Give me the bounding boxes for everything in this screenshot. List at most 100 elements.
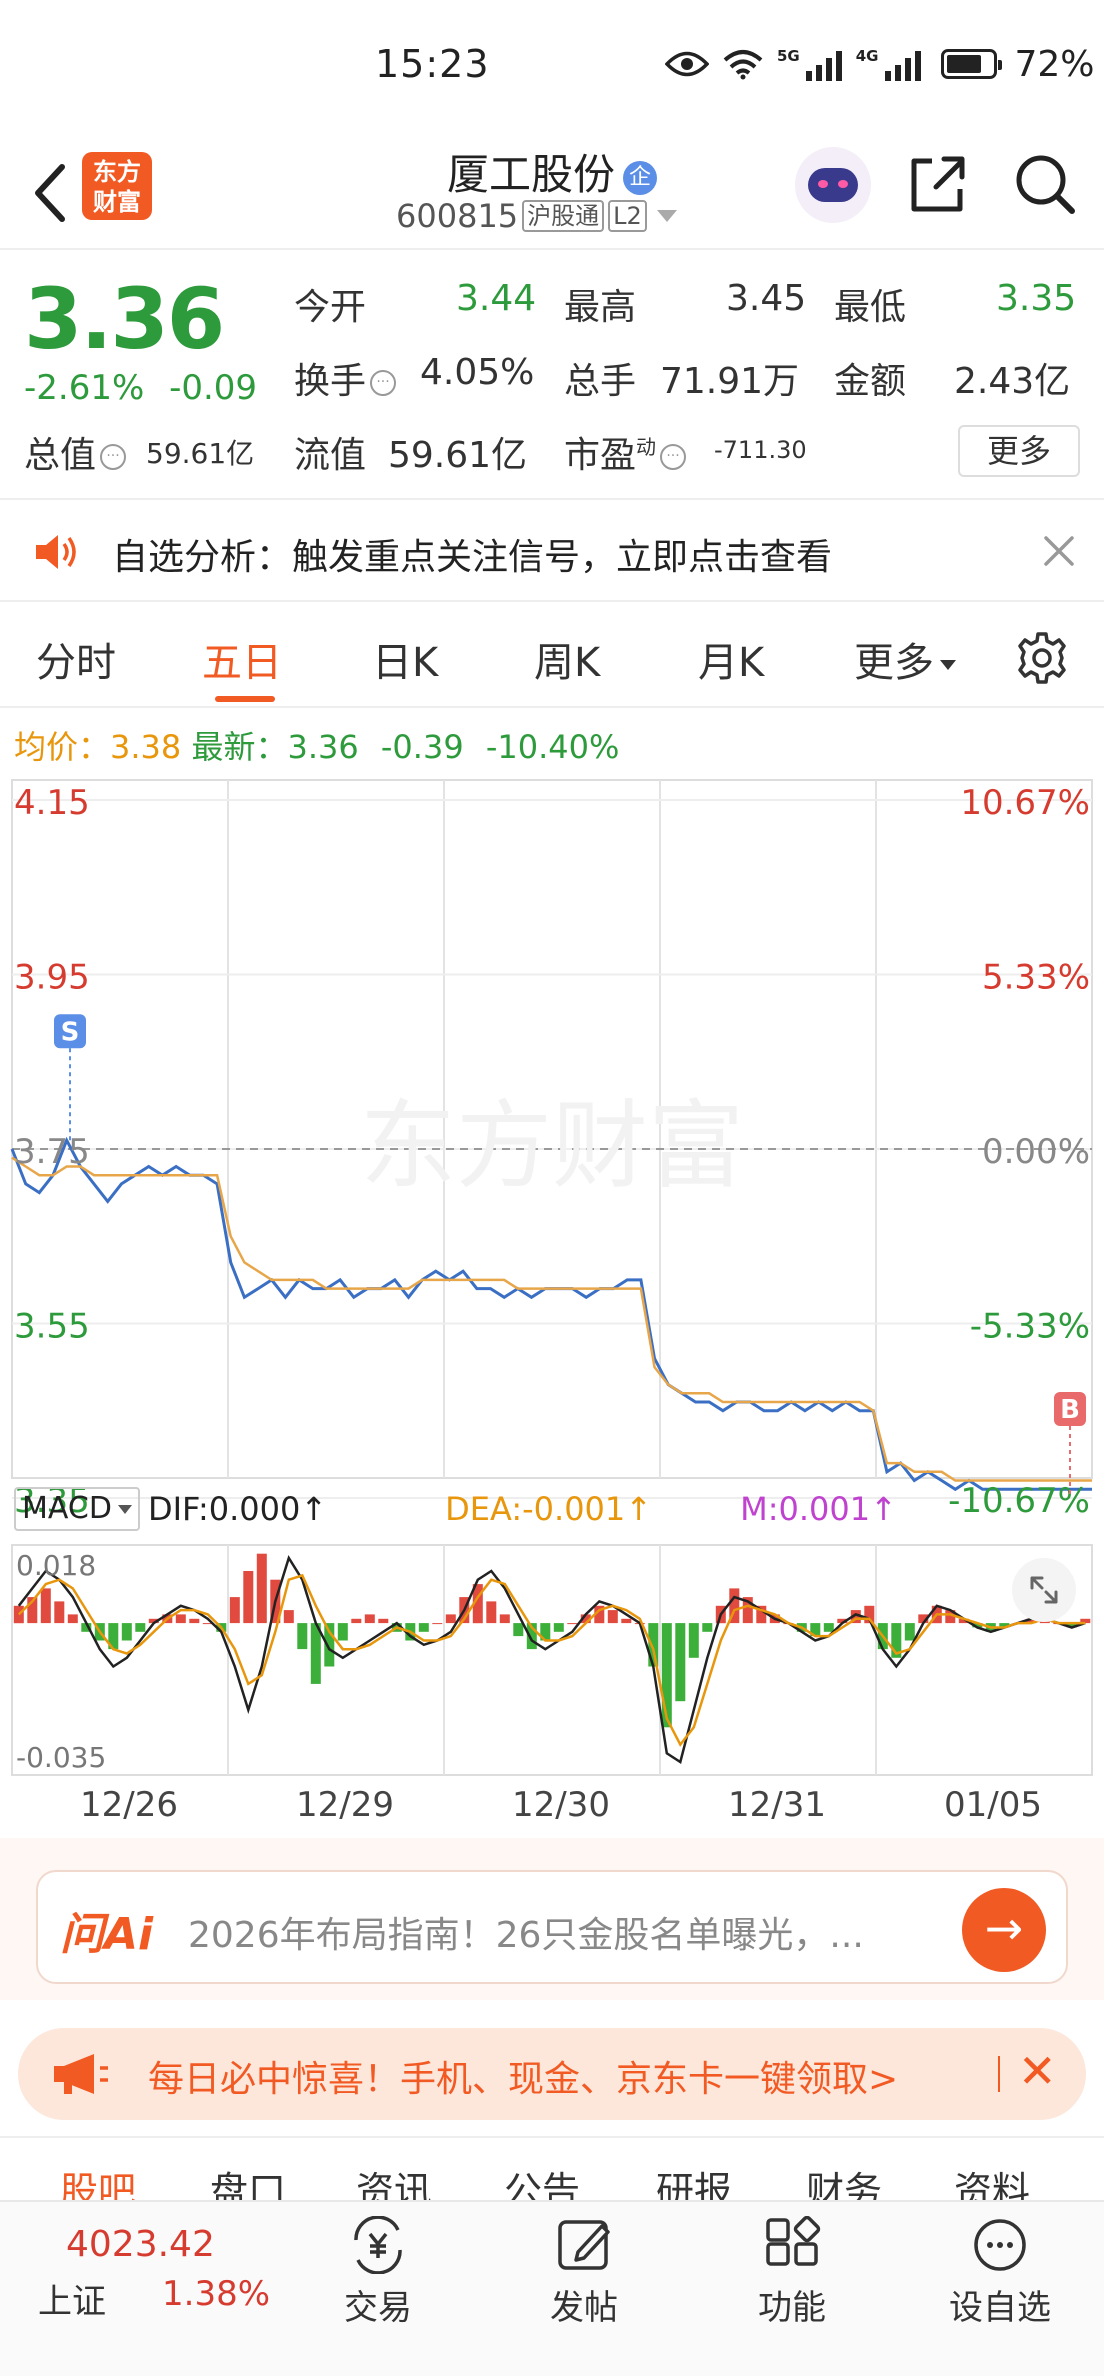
tab-research[interactable]: 研报 <box>656 2160 732 2200</box>
indicator-select[interactable]: MACD <box>14 1487 140 1531</box>
tab-more[interactable]: 更多 <box>854 630 956 688</box>
assistant-robot-icon[interactable] <box>795 147 871 223</box>
low-value: 3.35 <box>996 278 1077 319</box>
notice-text: 自选分析：触发重点关注信号，立即点击查看 <box>112 537 833 578</box>
promo-banner[interactable]: 每日必中惊喜！手机、现金、京东卡一键领取> ✕ <box>18 2028 1086 2120</box>
tab-notice[interactable]: 公告 <box>504 2160 580 2200</box>
post-button[interactable]: 发帖 <box>514 2216 654 2329</box>
turnover-label: 换手 ··· <box>294 352 400 404</box>
share-icon[interactable] <box>902 149 972 219</box>
macd-bar <box>675 1623 686 1702</box>
macd-bar <box>13 1605 24 1624</box>
dif-arrow: ↑ <box>300 1490 328 1528</box>
index-name: 上证 <box>38 2282 106 2322</box>
more-button[interactable]: 更多 <box>958 425 1080 477</box>
price-change: -2.61% -0.09 <box>24 368 257 408</box>
macd-bar <box>607 1610 618 1624</box>
status-time: 15:23 <box>375 42 490 86</box>
function-button[interactable]: 功能 <box>722 2216 862 2329</box>
macd-bar <box>337 1623 348 1641</box>
tab-five-day[interactable]: 五日 <box>202 630 282 688</box>
expand-icon[interactable] <box>1012 1558 1076 1622</box>
high-label: 最高 <box>564 287 637 328</box>
turnover-label-text: 换手 <box>294 361 367 402</box>
last-label: 最新： <box>191 728 288 766</box>
low-label: 最低 <box>834 287 907 328</box>
macd-bar <box>364 1614 375 1624</box>
chart-period-tabs: 分时 五日 日K 周K 月K 更多 <box>0 604 1104 708</box>
five-day-chart[interactable]: 东方财富4.153.953.753.553.3510.67%5.33%0.00%… <box>0 770 1104 1785</box>
macd-bar <box>823 1623 834 1632</box>
macd-tick-bottom: -0.035 <box>16 1741 106 1774</box>
y-tick-right: -5.33% <box>970 1307 1090 1347</box>
stock-code-row[interactable]: 600815 沪股通 L2 <box>396 197 677 235</box>
date-label: 01/05 <box>944 1785 1042 1825</box>
tab-weekly-k[interactable]: 周K <box>534 630 600 688</box>
tab-intraday[interactable]: 分时 <box>36 630 116 688</box>
search-icon[interactable] <box>1010 149 1080 219</box>
logo-line1: 东方 <box>93 158 141 186</box>
float-mv-label: 流值 <box>294 435 367 476</box>
eastmoney-logo[interactable]: 东方 财富 <box>82 152 152 220</box>
ask-ai-box[interactable]: 问Ai 2026年布局指南！26只金股名单曝光，... → <box>36 1870 1068 1984</box>
ask-ai-question: 2026年布局指南！26只金股名单曝光，... <box>188 1915 864 1956</box>
trade-button[interactable]: 交易 <box>308 2216 448 2329</box>
y-tick-right: 10.67% <box>960 783 1090 823</box>
signal-4g-icon: 4G <box>856 47 921 81</box>
hgt-tag: 沪股通 <box>522 200 605 232</box>
change-abs: -0.09 <box>169 368 258 408</box>
pe-label: 市盈动 ··· <box>564 426 690 478</box>
watermark: 东方财富 <box>360 1090 744 1202</box>
y-tick-right: -10.67% <box>948 1481 1090 1521</box>
y-tick-left: 3.55 <box>14 1307 90 1347</box>
macd-bar <box>702 1623 713 1632</box>
promo-text: 每日必中惊喜！手机、现金、京东卡一键领取> <box>148 2059 899 2100</box>
pe-value: -711.30 <box>714 436 807 464</box>
grid-icon <box>766 2216 821 2266</box>
tab-profile[interactable]: 资料 <box>954 2160 1030 2200</box>
wifi-icon <box>723 50 763 80</box>
analysis-notice[interactable]: 自选分析：触发重点关注信号，立即点击查看 <box>0 502 1104 602</box>
y-tick-left: 3.75 <box>14 1132 90 1172</box>
info-icon[interactable]: ··· <box>370 370 397 396</box>
stock-name: 厦工股份 <box>446 150 615 199</box>
tab-monthly-k[interactable]: 月K <box>698 630 764 688</box>
chart-legend: 均价：3.38 最新：3.36 -0.39 -10.40% <box>14 722 619 768</box>
tab-guba[interactable]: 股吧 <box>60 2160 136 2200</box>
battery-icon <box>940 49 1002 79</box>
chevron-down-icon <box>117 1504 132 1514</box>
ask-ai-brand: 问Ai <box>60 1909 154 1960</box>
marker-label: B <box>1060 1395 1080 1425</box>
add-watchlist-button[interactable]: 设自选 <box>930 2216 1070 2329</box>
macd-bar <box>256 1553 267 1624</box>
amount-value: 2.43亿 <box>954 361 1071 402</box>
promo-divider <box>998 2056 1000 2092</box>
total-mv-value: 59.61亿 <box>146 437 255 470</box>
gear-icon[interactable] <box>1014 630 1070 686</box>
tab-finance[interactable]: 财务 <box>806 2160 882 2200</box>
macd-bar <box>553 1623 564 1632</box>
tab-news[interactable]: 资讯 <box>356 2160 432 2200</box>
avg-label: 均价： <box>14 728 111 766</box>
last-price: 3.36 <box>24 270 225 368</box>
macd-bar <box>67 1614 78 1624</box>
tab-pankou[interactable]: 盘口 <box>210 2160 286 2200</box>
yuan-icon <box>354 2216 402 2274</box>
arrow-right-icon[interactable]: → <box>962 1888 1046 1972</box>
tab-daily-k[interactable]: 日K <box>372 630 438 688</box>
marker-label: S <box>61 1017 80 1047</box>
macd-tick-top: 0.018 <box>16 1549 96 1582</box>
info-icon[interactable]: ··· <box>660 444 687 470</box>
index-pct: 1.38% <box>162 2274 271 2314</box>
enterprise-badge: 企 <box>623 160 657 195</box>
close-icon[interactable] <box>1042 534 1076 568</box>
total-mv-label: 总值 ··· <box>24 426 130 478</box>
macd-bar <box>189 1618 200 1624</box>
close-icon[interactable]: ✕ <box>1018 2044 1057 2098</box>
stock-code: 600815 <box>396 197 519 235</box>
chevron-down-icon <box>656 210 677 222</box>
status-icons: 5G 4G 72% <box>665 42 1095 86</box>
volume-value: 71.91万 <box>660 361 800 402</box>
amount-label: 金额 <box>834 361 907 402</box>
info-icon[interactable]: ··· <box>100 444 127 470</box>
